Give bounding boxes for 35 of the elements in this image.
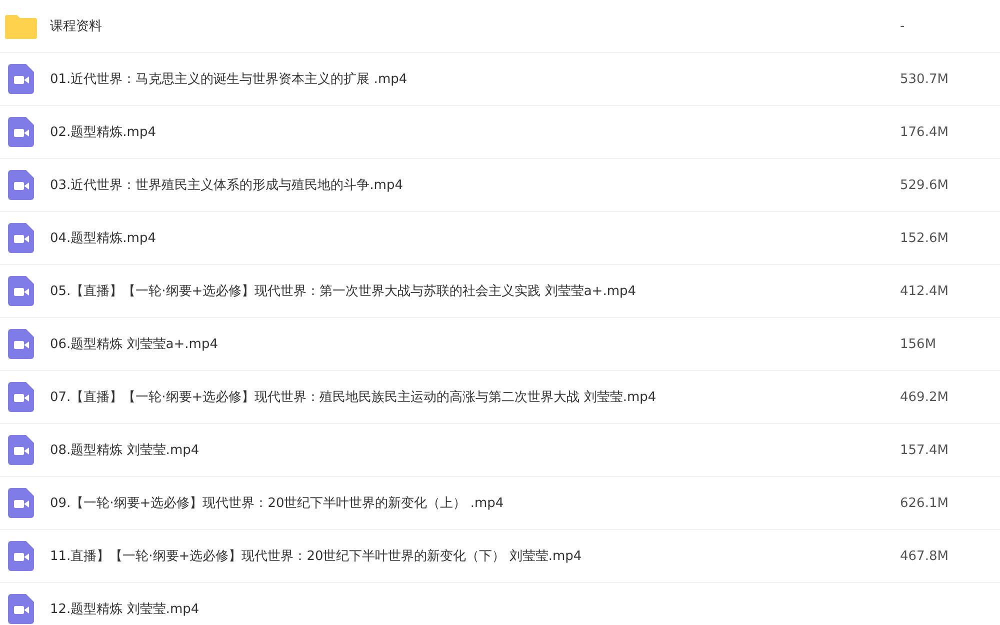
file-size: 156M <box>900 336 938 352</box>
file-name[interactable]: 02.题型精炼.mp4 <box>50 123 900 141</box>
file-size: 157.4M <box>900 442 950 458</box>
video-file-icon <box>8 329 34 359</box>
video-file-icon <box>8 488 34 518</box>
file-name[interactable]: 05.【直播】【一轮·纲要+选必修】现代世界：第一次世界大战与苏联的社会主义实践 刘莹莹a+.mp4 <box>50 282 900 300</box>
file-name[interactable]: 课程资料 <box>50 17 900 35</box>
file-name[interactable]: 11.直播】【一轮·纲要+选必修】现代世界：20世纪下半叶世界的新变化（下） 刘莹莹.mp4 <box>50 547 900 565</box>
file-size: 412.4M <box>900 284 950 298</box>
file-size: 152.6M <box>900 230 950 246</box>
video-file-icon <box>8 64 34 94</box>
video-file-icon <box>8 382 34 412</box>
video-file-icon <box>8 541 34 571</box>
file-name[interactable]: 01.近代世界：马克思主义的诞生与世界资本主义的扩展 .mp4 <box>50 70 900 88</box>
file-name[interactable]: 03.近代世界：世界殖民主义体系的形成与殖民地的斗争.mp4 <box>50 176 900 194</box>
file-size: 530.7M <box>900 72 950 86</box>
video-file-icon <box>8 170 34 200</box>
file-name[interactable]: 12.题型精炼 刘莹莹.mp4 <box>50 600 1000 618</box>
video-file-icon <box>8 117 34 147</box>
video-file-icon <box>8 435 34 465</box>
file-size: 467.8M <box>900 548 950 564</box>
file-name[interactable]: 04.题型精炼.mp4 <box>50 229 900 247</box>
file-size: 469.2M <box>900 390 950 404</box>
folder-icon <box>5 13 37 39</box>
file-size: 529.6M <box>900 178 950 192</box>
file-size: - <box>900 18 906 34</box>
file-name[interactable]: 08.题型精炼 刘莹莹.mp4 <box>50 441 900 459</box>
file-name[interactable]: 07.【直播】【一轮·纲要+选必修】现代世界：殖民地民族民主运动的高涨与第二次世界大战 刘莹莹.mp4 <box>50 388 900 406</box>
file-name[interactable]: 09.【一轮·纲要+选必修】现代世界：20世纪下半叶世界的新变化（上） .mp4 <box>50 494 900 512</box>
file-size: 626.1M <box>900 496 950 510</box>
file-size: 176.4M <box>900 124 950 140</box>
video-file-icon <box>8 276 34 306</box>
video-file-icon <box>8 594 34 624</box>
video-file-icon <box>8 223 34 253</box>
file-name[interactable]: 06.题型精炼 刘莹莹a+.mp4 <box>50 335 900 353</box>
